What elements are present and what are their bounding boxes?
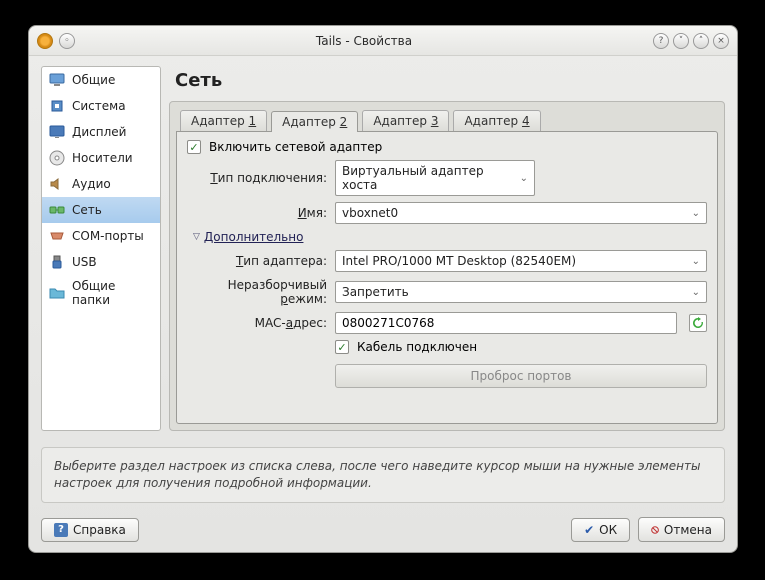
sidebar-item-audio[interactable]: Аудио xyxy=(42,171,160,197)
chevron-down-icon: ⌄ xyxy=(520,173,528,184)
mac-input[interactable] xyxy=(335,312,677,334)
chevron-down-icon: ⌄ xyxy=(692,287,700,298)
footer: ? Справка ✔ ОК ⦸ Отмена xyxy=(29,511,737,552)
cable-label: Кабель подключен xyxy=(357,340,477,354)
sidebar-item-label: Система xyxy=(72,99,126,113)
main-area: Сеть Адаптер 1 Адаптер 2 Адаптер 3 Адапт… xyxy=(169,66,725,431)
monitor-icon xyxy=(48,71,66,89)
sidebar: Общие Система Дисплей Носители Аудио Сет… xyxy=(41,66,161,431)
cancel-button[interactable]: ⦸ Отмена xyxy=(638,517,725,542)
sidebar-item-network[interactable]: Сеть xyxy=(42,197,160,223)
help-titlebar-button[interactable]: ? xyxy=(653,33,669,49)
window-title: Tails - Свойства xyxy=(75,34,653,48)
sidebar-item-usb[interactable]: USB xyxy=(42,249,160,275)
tab-adapter-1[interactable]: Адаптер 1 xyxy=(180,110,267,131)
tab-adapter-3[interactable]: Адаптер 3 xyxy=(362,110,449,131)
check-icon: ✔ xyxy=(584,523,594,537)
close-button[interactable]: × xyxy=(713,33,729,49)
refresh-icon xyxy=(692,317,704,329)
sidebar-item-serial[interactable]: COM-порты xyxy=(42,223,160,249)
settings-panel: Адаптер 1 Адаптер 2 Адаптер 3 Адаптер 4 … xyxy=(169,101,725,431)
advanced-expander[interactable]: ▽ Дополнительно xyxy=(193,230,707,244)
chevron-down-icon: ⌄ xyxy=(692,256,700,267)
chip-icon xyxy=(48,97,66,115)
adapter-type-label: Тип адаптера: xyxy=(187,254,327,268)
ok-button[interactable]: ✔ ОК xyxy=(571,518,630,542)
connection-type-select[interactable]: Виртуальный адаптер хоста⌄ xyxy=(335,160,535,196)
mac-label: MAC-адрес: xyxy=(187,316,327,330)
minimize-button[interactable]: ˅ xyxy=(673,33,689,49)
sidebar-item-label: Сеть xyxy=(72,203,102,217)
settings-window: ◦ Tails - Свойства ? ˅ ˄ × Общие Система… xyxy=(28,25,738,553)
cable-checkbox[interactable] xyxy=(335,340,349,354)
connection-type-label: Тип подключения: xyxy=(187,171,327,185)
sidebar-item-label: USB xyxy=(72,255,97,269)
sidebar-item-label: Носители xyxy=(72,151,133,165)
sidebar-item-label: Общие папки xyxy=(72,279,154,307)
serial-icon xyxy=(48,227,66,245)
app-icon xyxy=(37,33,53,49)
titlebar: ◦ Tails - Свойства ? ˅ ˄ × xyxy=(29,26,737,56)
name-label: Имя: xyxy=(187,206,327,220)
chevron-down-icon: ⌄ xyxy=(692,208,700,219)
sidebar-item-storage[interactable]: Носители xyxy=(42,145,160,171)
page-title: Сеть xyxy=(169,66,725,101)
network-icon xyxy=(48,201,66,219)
enable-adapter-label: Включить сетевой адаптер xyxy=(209,140,382,154)
adapter-tabs: Адаптер 1 Адаптер 2 Адаптер 3 Адаптер 4 xyxy=(176,108,718,131)
triangle-down-icon: ▽ xyxy=(193,232,200,242)
sidebar-item-label: Общие xyxy=(72,73,115,87)
sidebar-item-system[interactable]: Система xyxy=(42,93,160,119)
disc-icon xyxy=(48,149,66,167)
sidebar-item-general[interactable]: Общие xyxy=(42,67,160,93)
tab-adapter-2[interactable]: Адаптер 2 xyxy=(271,111,358,132)
usb-icon xyxy=(48,253,66,271)
sidebar-item-shared-folders[interactable]: Общие папки xyxy=(42,275,160,311)
sidebar-item-label: Аудио xyxy=(72,177,111,191)
content-area: Общие Система Дисплей Носители Аудио Сет… xyxy=(29,56,737,439)
sidebar-item-display[interactable]: Дисплей xyxy=(42,119,160,145)
tab-body: Включить сетевой адаптер Тип подключения… xyxy=(176,131,718,424)
enable-adapter-checkbox[interactable] xyxy=(187,140,201,154)
sidebar-item-label: Дисплей xyxy=(72,125,126,139)
speaker-icon xyxy=(48,175,66,193)
help-panel: Выберите раздел настроек из списка слева… xyxy=(41,447,725,503)
pin-button[interactable]: ◦ xyxy=(59,33,75,49)
help-button[interactable]: ? Справка xyxy=(41,518,139,542)
help-icon: ? xyxy=(54,523,68,537)
folder-icon xyxy=(48,284,66,302)
mac-refresh-button[interactable] xyxy=(689,314,707,332)
display-icon xyxy=(48,123,66,141)
tab-adapter-4[interactable]: Адаптер 4 xyxy=(453,110,540,131)
cancel-icon: ⦸ xyxy=(651,522,659,537)
sidebar-item-label: COM-порты xyxy=(72,229,144,243)
promiscuous-label: Неразборчивый режим: xyxy=(187,278,327,306)
maximize-button[interactable]: ˄ xyxy=(693,33,709,49)
port-forwarding-button[interactable]: Проброс портов xyxy=(335,364,707,388)
promiscuous-select[interactable]: Запретить⌄ xyxy=(335,281,707,303)
name-select[interactable]: vboxnet0⌄ xyxy=(335,202,707,224)
adapter-type-select[interactable]: Intel PRO/1000 MT Desktop (82540EM)⌄ xyxy=(335,250,707,272)
